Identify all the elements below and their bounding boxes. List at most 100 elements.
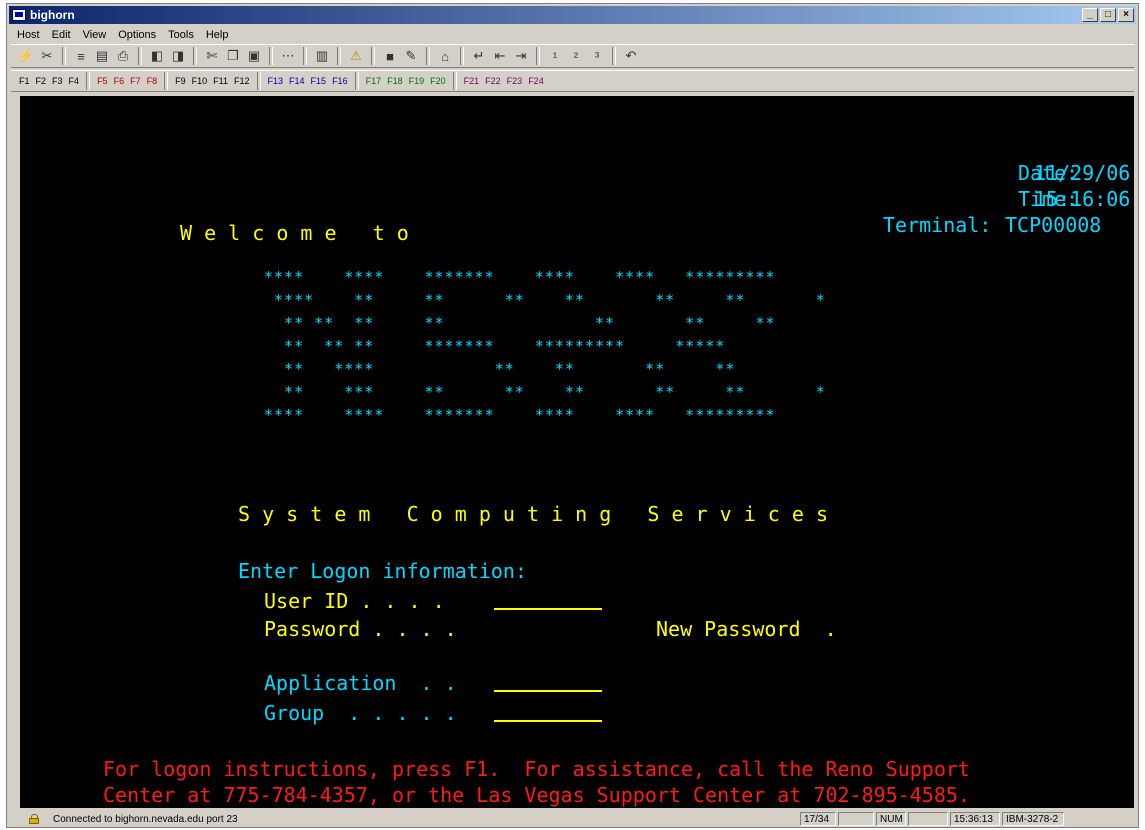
- emulator-window: bighorn _ □ × Host Edit View Options Too…: [6, 3, 1139, 828]
- session-icon[interactable]: ◧: [148, 48, 166, 64]
- copy-icon[interactable]: ❐: [224, 48, 242, 64]
- application-label: Application . .: [264, 671, 457, 695]
- toolbar-separator: [303, 47, 307, 65]
- pen-icon[interactable]: ✎: [402, 48, 420, 64]
- toolbar-separator: [452, 72, 457, 90]
- toolbar-separator: [138, 47, 142, 65]
- pf-key-f24[interactable]: F24: [526, 76, 546, 86]
- system-computing-services-title: S y s t e m C o m p u t i n g S e r v i …: [238, 502, 829, 526]
- status-empty-panel: [908, 812, 948, 826]
- new-password-label: New Password .: [656, 617, 837, 641]
- chart-icon[interactable]: ▥: [313, 48, 331, 64]
- pf-key-f20[interactable]: F20: [428, 76, 448, 86]
- receive-icon[interactable]: ▤: [93, 48, 111, 64]
- undo-icon[interactable]: ↶: [622, 48, 640, 64]
- pf-key-f10[interactable]: F10: [190, 76, 210, 86]
- userid-input[interactable]: [494, 608, 602, 610]
- pf-key-f1[interactable]: F1: [17, 76, 32, 86]
- toolbar-separator: [256, 72, 261, 90]
- num-lock-indicator: NUM: [876, 812, 906, 826]
- session2-icon[interactable]: ◨: [169, 48, 187, 64]
- sysreq-icon[interactable]: ²: [567, 49, 585, 64]
- toolbar-separator: [354, 72, 359, 90]
- toolbar-separator: [536, 47, 540, 65]
- date-value: 11/29/06: [1034, 161, 1131, 185]
- pf-key-f5[interactable]: F5: [95, 76, 110, 86]
- toolbar-separator: [86, 72, 91, 90]
- toolbar-separator: [371, 47, 375, 65]
- pf-key-f3[interactable]: F3: [50, 76, 65, 86]
- app-icon: [12, 9, 26, 21]
- title-bar[interactable]: bighorn _ □ ×: [9, 6, 1136, 24]
- toolbar-separator: [460, 47, 464, 65]
- pf-key-f12[interactable]: F12: [232, 76, 252, 86]
- menu-tools[interactable]: Tools: [162, 27, 200, 43]
- password-label: Password . . . .: [264, 617, 457, 641]
- pf-key-f11[interactable]: F11: [211, 76, 230, 86]
- connect-icon[interactable]: ⚡: [17, 48, 35, 64]
- terminal-value: TCP00008: [1005, 213, 1102, 237]
- welcome-text: W e l c o m e t o: [180, 221, 409, 245]
- pf-key-f16[interactable]: F16: [330, 76, 350, 86]
- cut-icon[interactable]: ✄: [203, 48, 221, 64]
- pf-key-f22[interactable]: F22: [483, 76, 503, 86]
- pf-key-f7[interactable]: F7: [128, 76, 143, 86]
- pf-key-f23[interactable]: F23: [505, 76, 525, 86]
- menu-help[interactable]: Help: [200, 27, 235, 43]
- home-icon[interactable]: ⌂: [436, 49, 454, 64]
- backtab-icon[interactable]: ⇤: [491, 48, 509, 64]
- application-input[interactable]: [494, 690, 602, 692]
- toolbar-separator: [62, 47, 66, 65]
- connection-status: Connected to bighorn.nevada.edu port 23: [53, 813, 238, 825]
- menu-bar: Host Edit View Options Tools Help: [11, 27, 234, 43]
- logon-prompt: Enter Logon information:: [238, 559, 527, 583]
- clear-icon[interactable]: ³: [588, 49, 606, 64]
- pf-key-f13[interactable]: F13: [266, 76, 286, 86]
- window-title: bighorn: [30, 8, 75, 22]
- status-bar: Connected to bighorn.nevada.edu port 23 …: [11, 811, 1134, 827]
- alert-icon[interactable]: ⚠: [347, 48, 365, 64]
- menu-host[interactable]: Host: [11, 27, 46, 43]
- terminal-type: IBM-3278-2: [1002, 812, 1064, 826]
- pf-key-f8[interactable]: F8: [145, 76, 160, 86]
- terminal-screen[interactable]: Date: 11/29/06 Time: 15:16:06 Terminal: …: [20, 96, 1134, 808]
- toolbar-separator: [193, 47, 197, 65]
- pf-key-f9[interactable]: F9: [173, 76, 188, 86]
- disconnect-icon[interactable]: ✂: [38, 48, 56, 64]
- more-icon[interactable]: ⋯: [279, 48, 297, 64]
- group-input[interactable]: [494, 720, 602, 722]
- group-label: Group . . . . .: [264, 701, 457, 725]
- tab-icon[interactable]: ⇥: [512, 48, 530, 64]
- toolbar-separator: [164, 72, 169, 90]
- pf-key-f17[interactable]: F17: [364, 76, 384, 86]
- pf-key-f14[interactable]: F14: [287, 76, 307, 86]
- transfer-icon[interactable]: ≡: [72, 49, 90, 64]
- toolbar-separator: [337, 47, 341, 65]
- pf-key-f18[interactable]: F18: [385, 76, 405, 86]
- pf-key-f21[interactable]: F21: [462, 76, 482, 86]
- minimize-button[interactable]: _: [1082, 8, 1098, 22]
- menu-view[interactable]: View: [77, 27, 113, 43]
- toolbar-separator: [269, 47, 273, 65]
- lock-icon: [29, 814, 39, 824]
- terminal-label: Terminal:: [883, 213, 992, 237]
- maximize-button[interactable]: □: [1100, 8, 1116, 22]
- pf-key-f19[interactable]: F19: [407, 76, 427, 86]
- pf-key-f6[interactable]: F6: [112, 76, 127, 86]
- cursor-position: 17/34: [800, 812, 836, 826]
- enter-icon[interactable]: ↵: [470, 48, 488, 64]
- pf-key-f15[interactable]: F15: [309, 76, 329, 86]
- attn-icon[interactable]: ¹: [546, 49, 564, 64]
- paste-icon[interactable]: ▣: [245, 48, 263, 64]
- menu-edit[interactable]: Edit: [46, 27, 77, 43]
- main-toolbar: ⚡ ✂ ≡ ▤ ⎙ ◧ ◨ ✄ ❐ ▣ ⋯ ▥ ⚠ ■ ✎ ⌂ ↵ ⇤ ⇥ ¹ …: [11, 44, 1134, 68]
- menu-options[interactable]: Options: [112, 27, 162, 43]
- print-icon[interactable]: ⎙: [114, 48, 132, 64]
- help-line-1: For logon instructions, press F1. For as…: [103, 757, 970, 781]
- screen-icon[interactable]: ■: [381, 49, 399, 64]
- toolbar-separator: [612, 47, 616, 65]
- status-clock: 15:36:13: [950, 812, 1000, 826]
- pf-key-f4[interactable]: F4: [67, 76, 82, 86]
- pf-key-f2[interactable]: F2: [34, 76, 49, 86]
- close-button[interactable]: ×: [1118, 8, 1134, 22]
